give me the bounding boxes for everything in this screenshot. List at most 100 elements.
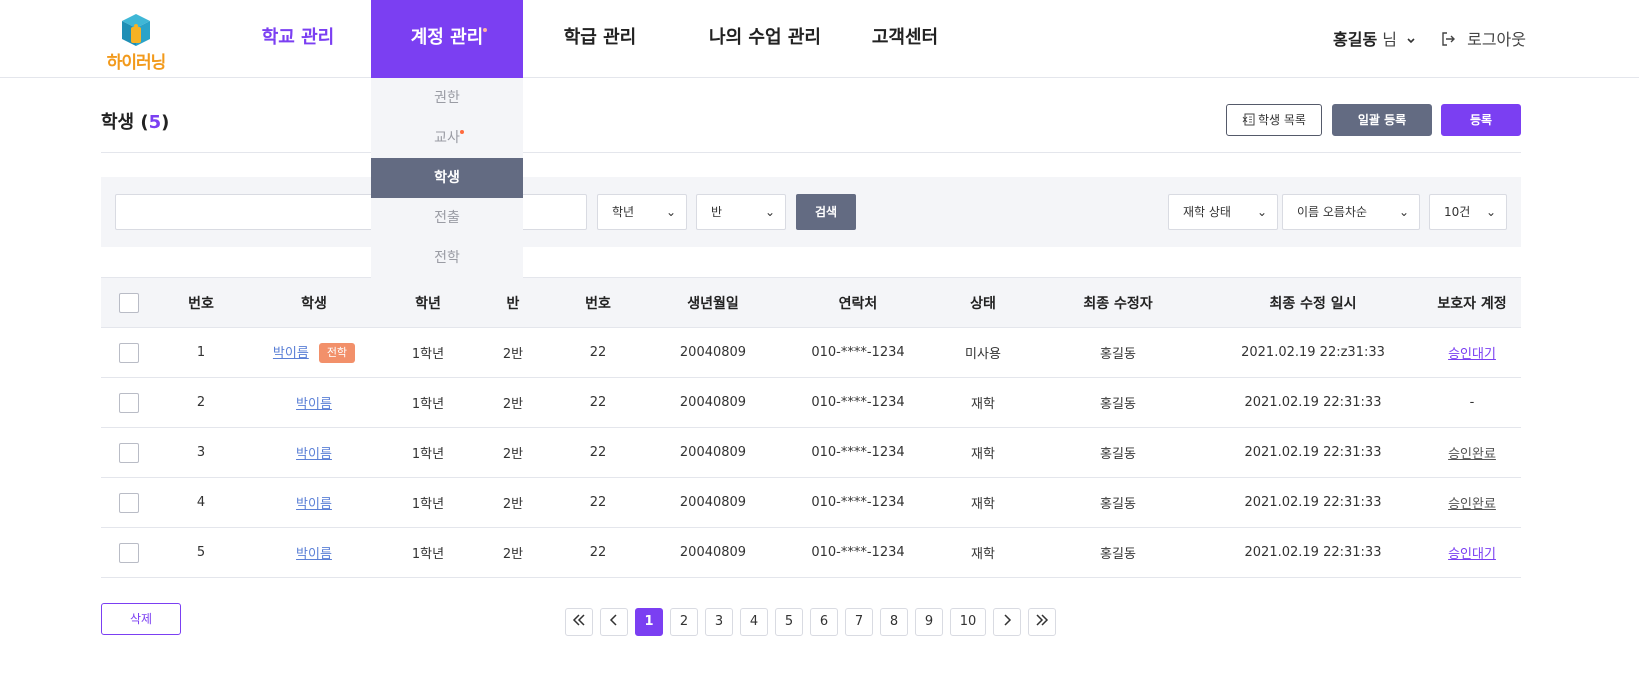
student-name-cell: 박이름 [245,477,383,528]
column-header[interactable]: 상태 [933,277,1033,328]
page-button-7[interactable]: 7 [845,608,873,636]
table-row: 4 박이름 1학년 2반 22 20040809 010-****-1234 재… [101,477,1521,528]
logo-cube-icon [122,14,150,46]
logout-button[interactable]: 로그아웃 [1440,26,1526,50]
student-number-cell: 22 [553,527,643,578]
row-number: 1 [157,327,245,378]
column-header[interactable]: 학생 [245,277,383,328]
dropdown-item-permission[interactable]: 권한 [371,78,523,118]
dropdown-item-student[interactable]: 학생 [371,158,523,198]
last-page-button[interactable] [1028,608,1056,636]
user-menu[interactable]: 홍길동 님 [1333,26,1416,50]
title-divider [101,152,1521,153]
page-size-select[interactable]: 10건 ⌄ [1429,194,1507,230]
page-button-5[interactable]: 5 [775,608,803,636]
page-button-8[interactable]: 8 [880,608,908,636]
row-checkbox[interactable] [119,542,139,563]
edited-at-cell: 2021.02.19 22:31:33 [1203,477,1423,528]
page-button-6[interactable]: 6 [810,608,838,636]
first-page-button[interactable] [565,608,593,636]
student-number-cell: 22 [553,327,643,378]
page-button-10[interactable]: 10 [950,608,986,636]
editor-cell: 홍길동 [1033,527,1203,578]
student-name-link[interactable]: 박이름 [296,447,332,462]
select-all-cell [101,277,157,328]
student-list-button[interactable]: 학생 목록 [1226,104,1322,136]
class-select-value: 반 [711,205,723,219]
status-cell: 재학 [933,527,1033,578]
excel-icon [1242,113,1255,126]
bulk-register-button[interactable]: 일괄 등록 [1332,104,1432,136]
editor-cell: 홍길동 [1033,377,1203,428]
next-page-button[interactable] [993,608,1021,636]
page-button-3[interactable]: 3 [705,608,733,636]
logo[interactable]: 하이러닝 [104,12,168,73]
status-select[interactable]: 재학 상태 ⌄ [1168,194,1278,230]
guardian-status-link[interactable]: 승인완료 [1448,447,1496,462]
filter-bar: 학년 ⌄ 반 ⌄ 검색 재학 상태 ⌄ 이름 오름차순 ⌄ 10건 ⌄ [101,177,1521,247]
nav-school[interactable]: 학교 관리 [248,0,348,78]
column-header[interactable]: 번호 [553,277,643,328]
double-chevron-right-icon [1036,614,1049,626]
phone-cell: 010-****-1234 [783,427,933,478]
dropdown-item-transfer[interactable]: 전학 [371,238,523,278]
table-row: 3 박이름 1학년 2반 22 20040809 010-****-1234 재… [101,427,1521,478]
prev-page-button[interactable] [600,608,628,636]
student-name-cell: 박이름 전학 [245,327,383,378]
column-header[interactable]: 번호 [157,277,245,328]
row-checkbox[interactable] [119,492,139,513]
select-all-checkbox[interactable] [119,292,139,313]
guardian-status-link[interactable]: 승인대기 [1448,347,1496,362]
delete-button[interactable]: 삭제 [101,603,181,635]
page-button-4[interactable]: 4 [740,608,768,636]
register-button[interactable]: 등록 [1441,104,1521,136]
status-select-value: 재학 상태 [1183,205,1231,219]
column-header[interactable]: 생년월일 [643,277,783,328]
page-title: 학생 (5) [101,112,170,133]
status-cell: 재학 [933,427,1033,478]
editor-cell: 홍길동 [1033,427,1203,478]
sort-select[interactable]: 이름 오름차순 ⌄ [1282,194,1420,230]
guardian-status-link[interactable]: 승인대기 [1448,547,1496,562]
dropdown-item-transfer-out[interactable]: 전출 [371,198,523,238]
page-button-9[interactable]: 9 [915,608,943,636]
student-name-link[interactable]: 박이름 [273,346,309,361]
column-header[interactable]: 학년 [383,277,473,328]
account-dropdown-menu: 권한 교사 학생 전출 전학 [371,78,523,278]
logo-text: 하이러닝 [106,53,167,73]
column-header[interactable]: 보호자 계정 [1423,277,1521,328]
student-name-link[interactable]: 박이름 [296,547,332,562]
page-button-2[interactable]: 2 [670,608,698,636]
column-header[interactable]: 연락처 [783,277,933,328]
nav-account-label: 계정 관리 [410,27,484,48]
nav-class[interactable]: 학급 관리 [550,0,650,78]
column-header[interactable]: 반 [473,277,553,328]
grade-cell: 1학년 [383,427,473,478]
student-name-link[interactable]: 박이름 [296,397,332,412]
page-button-1[interactable]: 1 [635,608,663,636]
nav-my-lessons[interactable]: 나의 수업 관리 [690,0,840,78]
row-checkbox-cell [101,477,157,528]
transfer-badge: 전학 [318,343,356,364]
status-cell: 재학 [933,477,1033,528]
nav-account[interactable]: 계정 관리 [371,0,523,78]
grade-select[interactable]: 학년 ⌄ [597,194,687,230]
guardian-cell: 승인완료 [1423,427,1521,478]
student-name-link[interactable]: 박이름 [296,497,332,512]
dropdown-item-teacher[interactable]: 교사 [371,118,523,158]
row-checkbox[interactable] [119,342,139,363]
guardian-status-link[interactable]: 승인완료 [1448,497,1496,512]
class-cell: 2반 [473,527,553,578]
nav-support[interactable]: 고객센터 [860,0,950,78]
editor-cell: 홍길동 [1033,327,1203,378]
birthdate-cell: 20040809 [643,327,783,378]
row-checkbox[interactable] [119,442,139,463]
row-checkbox[interactable] [119,392,139,413]
class-cell: 2반 [473,477,553,528]
search-button[interactable]: 검색 [796,194,856,230]
column-header[interactable]: 최종 수정자 [1033,277,1203,328]
student-list-label: 학생 목록 [1258,113,1306,127]
column-header[interactable]: 최종 수정 일시 [1203,277,1423,328]
page-title-text: 학생 [101,112,135,133]
class-select[interactable]: 반 ⌄ [696,194,786,230]
